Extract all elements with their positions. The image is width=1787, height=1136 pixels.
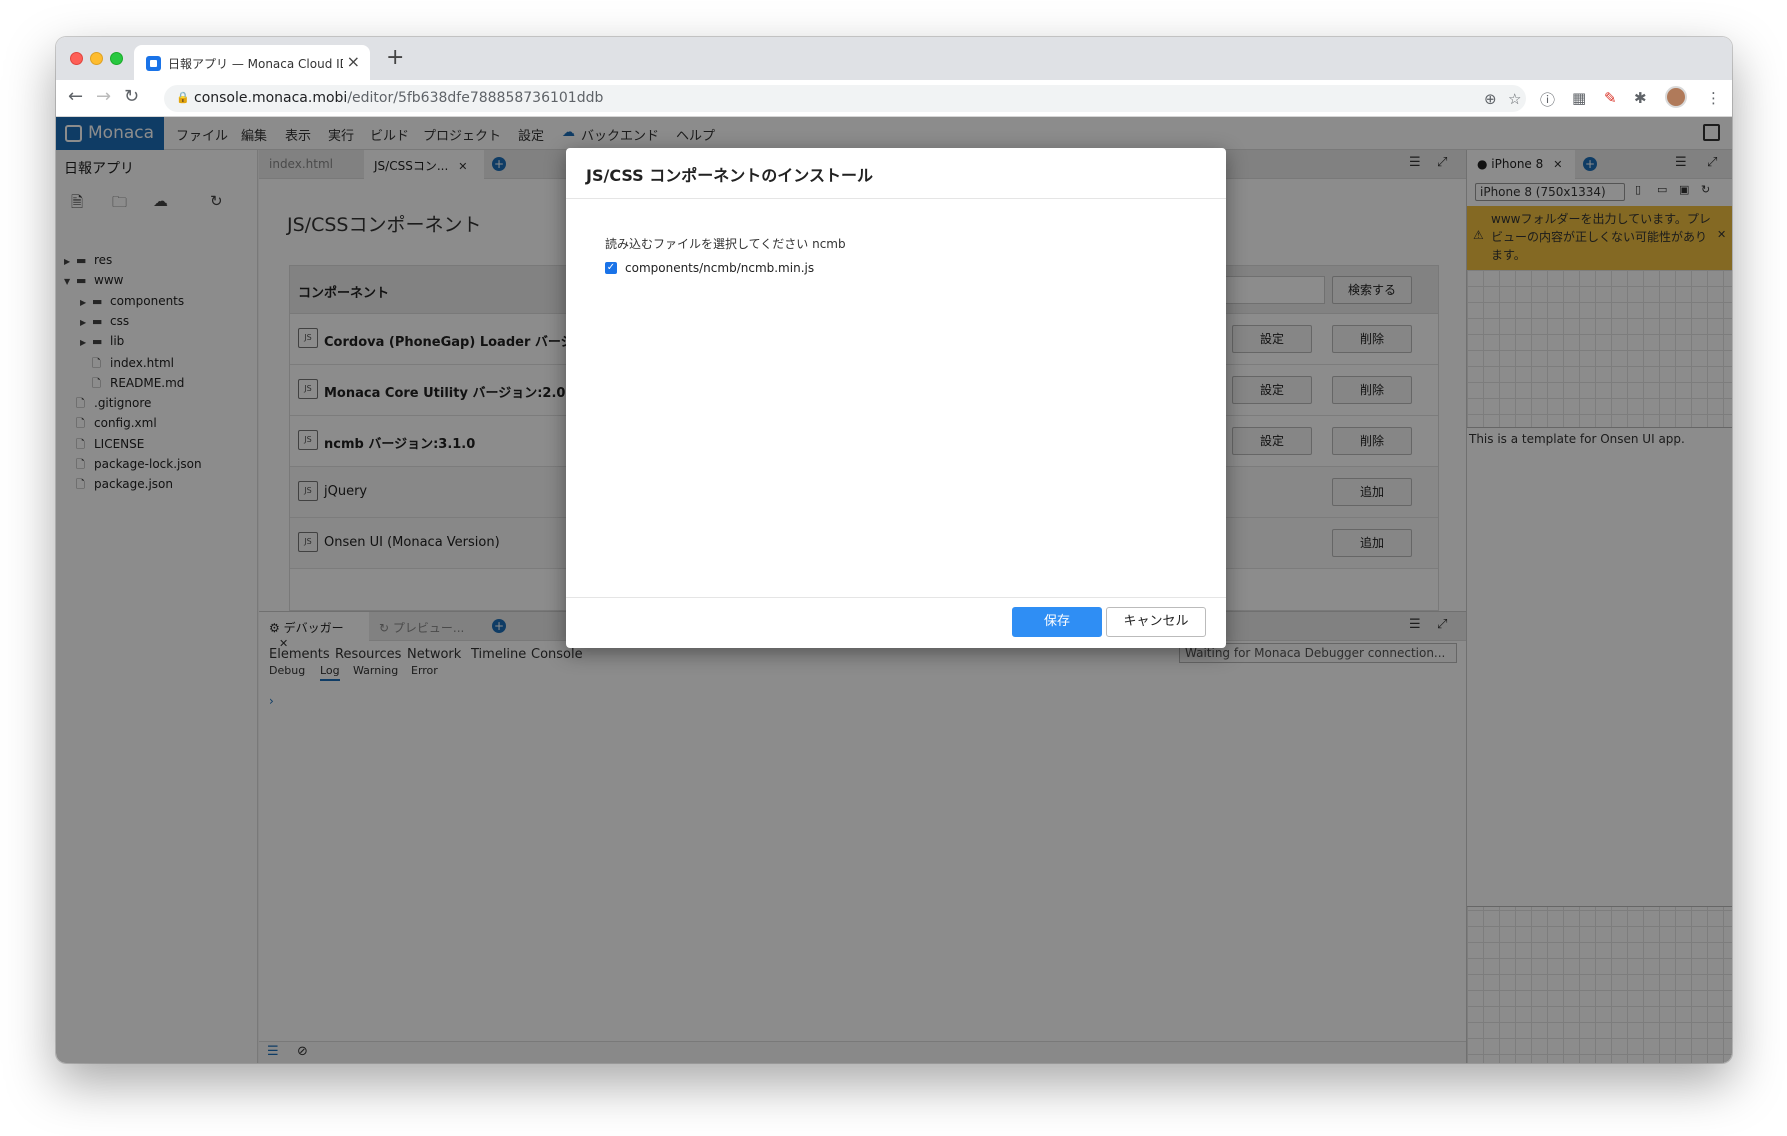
dialog-footer: 保存 キャンセル — [566, 597, 1226, 648]
tab-strip: 日報アプリ — Monaca Cloud IDE × + — [56, 37, 1732, 80]
address-bar[interactable]: 🔒 console.monaca.mobi/editor/5fb638dfe78… — [164, 85, 1526, 112]
eyedropper-icon[interactable]: ✎ — [1604, 89, 1617, 107]
browser-tab[interactable]: 日報アプリ — Monaca Cloud IDE × — [134, 45, 370, 80]
profile-avatar[interactable] — [1665, 86, 1687, 108]
save-button[interactable]: 保存 — [1012, 607, 1102, 637]
url-path: /editor/5fb638dfe788858736101ddb — [347, 90, 604, 106]
new-tab-button[interactable]: + — [386, 45, 404, 70]
url-host: console.monaca.mobi — [194, 90, 348, 106]
browser-toolbar: ← → ↻ 🔒 console.monaca.mobi/editor/5fb63… — [56, 80, 1732, 117]
minimize-window-button[interactable] — [90, 52, 103, 65]
bookmark-star-icon[interactable]: ☆ — [1508, 90, 1521, 108]
close-tab-icon[interactable]: × — [347, 52, 360, 71]
file-option-label: components/ncmb/ncmb.min.js — [625, 261, 815, 275]
file-checkbox[interactable]: ✓ — [605, 262, 617, 274]
dialog-title: JS/CSS コンポーネントのインストール — [586, 166, 873, 185]
add-to-page-icon[interactable]: ⊕ — [1484, 90, 1497, 108]
dialog-prompt: 読み込むファイルを選択してください ncmb — [605, 237, 846, 251]
install-component-dialog: JS/CSS コンポーネントのインストール 読み込むファイルを選択してください … — [566, 148, 1226, 648]
qr-code-icon[interactable]: ▦ — [1572, 89, 1586, 107]
reload-icon[interactable]: ↻ — [124, 86, 139, 107]
dialog-header: JS/CSS コンポーネントのインストール — [566, 148, 1226, 199]
browser-window: 日報アプリ — Monaca Cloud IDE × + ← → ↻ 🔒 con… — [56, 37, 1732, 1063]
browser-tab-title: 日報アプリ — Monaca Cloud IDE — [168, 57, 343, 71]
file-option[interactable]: ✓ components/ncmb/ncmb.min.js — [605, 261, 814, 275]
more-menu-icon[interactable]: ⋮ — [1706, 89, 1721, 107]
cancel-button[interactable]: キャンセル — [1106, 607, 1206, 637]
extensions-puzzle-icon[interactable]: ✱ — [1634, 89, 1647, 107]
monaca-favicon-icon — [146, 56, 161, 71]
extension-info-icon[interactable]: ⓘ — [1540, 89, 1555, 110]
close-window-button[interactable] — [70, 52, 83, 65]
url-text: console.monaca.mobi/editor/5fb638dfe7888… — [194, 90, 603, 106]
lock-icon: 🔒 — [176, 91, 190, 104]
maximize-window-button[interactable] — [110, 52, 123, 65]
forward-arrow-icon[interactable]: → — [96, 86, 111, 107]
back-arrow-icon[interactable]: ← — [68, 86, 83, 107]
